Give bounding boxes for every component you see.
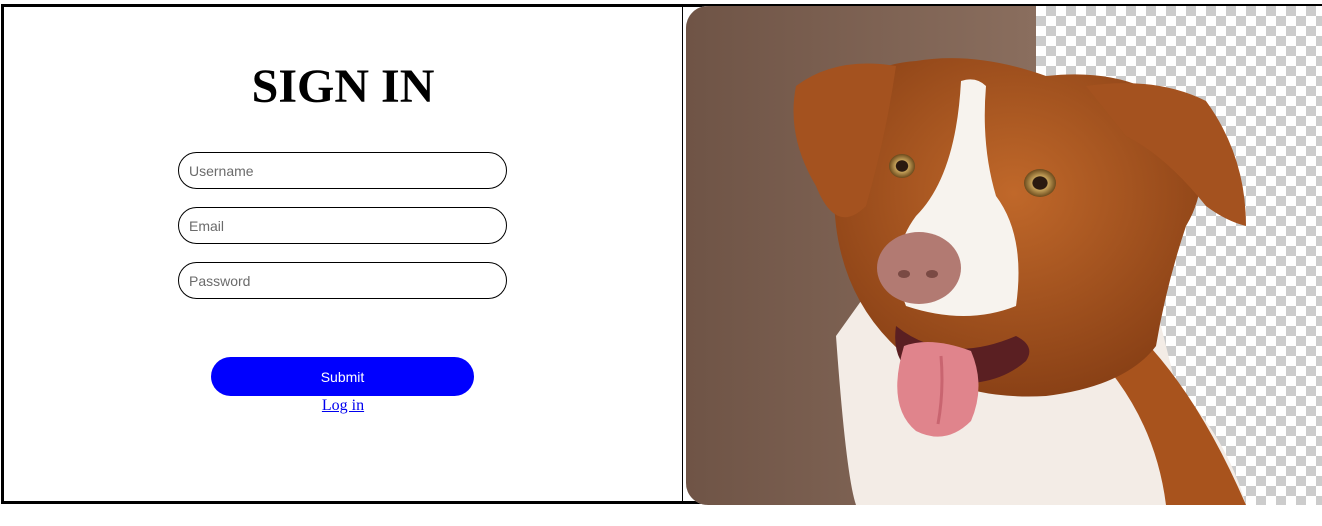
page-title: SIGN IN	[251, 60, 435, 113]
panel-divider	[682, 4, 683, 504]
username-input[interactable]	[178, 152, 507, 189]
dog-right-eye	[1024, 169, 1056, 197]
dog-nose	[877, 232, 961, 304]
sign-in-panel: SIGN IN Submit Log in	[4, 7, 682, 501]
password-input[interactable]	[178, 262, 507, 299]
dog-illustration	[686, 6, 1322, 505]
email-input[interactable]	[178, 207, 507, 244]
dog-left-eye	[889, 154, 915, 178]
submit-button[interactable]: Submit	[211, 357, 474, 396]
login-link-container: Log in	[4, 396, 682, 416]
dog-photo	[686, 6, 1322, 505]
login-link[interactable]: Log in	[322, 397, 364, 414]
